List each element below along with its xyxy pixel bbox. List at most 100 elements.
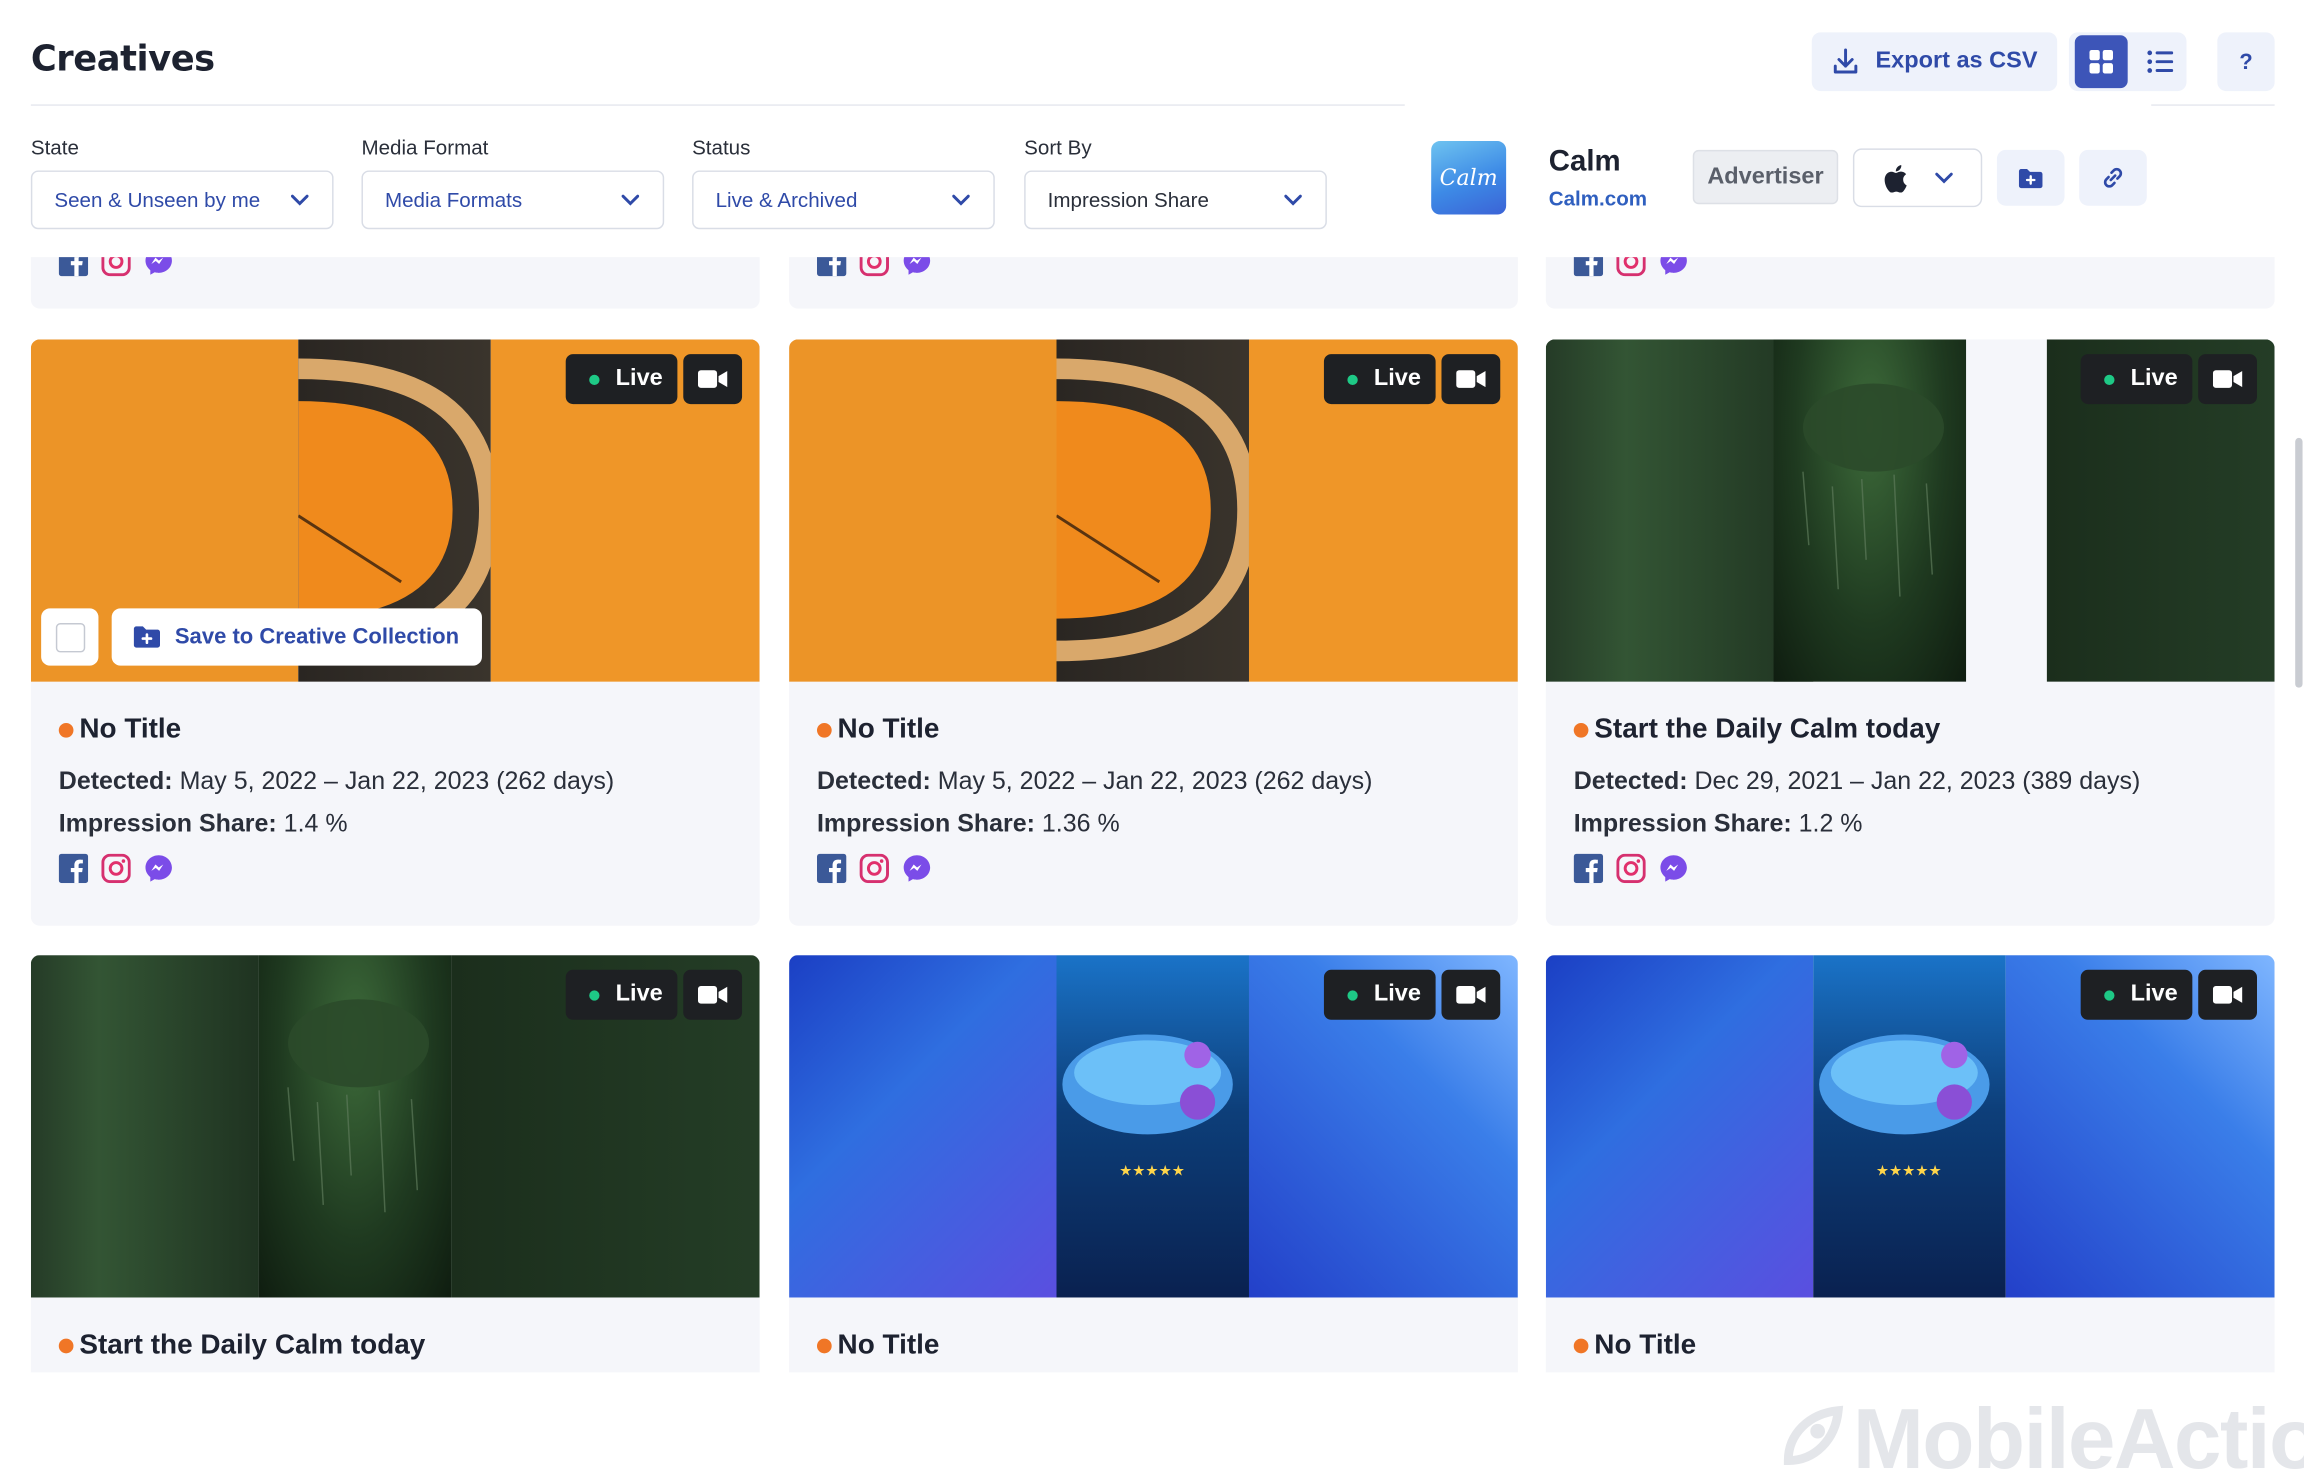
advertiser-logo-text: Calm [1439,164,1498,192]
social-platforms [58,257,174,277]
export-csv-button[interactable]: Export as CSV [1811,32,2058,92]
live-dot-icon [1347,989,1358,1000]
video-badge [1441,969,1501,1020]
copy-link-button[interactable] [2079,149,2147,206]
creative-title: No Title [816,714,940,746]
video-camera-icon [2212,370,2243,388]
messenger-icon [144,854,173,883]
video-camera-icon [697,985,728,1004]
detected-range: Detected: May 5, 2022 – Jan 22, 2023 (26… [817,767,1372,796]
list-view-button[interactable] [2134,35,2187,88]
impression-label: Impression Share: [1573,809,1792,838]
select-checkbox[interactable] [41,608,99,666]
creative-title-text: No Title [837,714,940,745]
video-camera-icon [1456,985,1486,1004]
advertiser-badge: Advertiser [1692,149,1839,205]
filter-label: Sort By [1024,135,1092,159]
creative-card[interactable]: Live Save to Creative Collection No Titl… [30,339,760,926]
grid-icon [2089,49,2113,74]
sort-by-select[interactable]: Impression Share [1024,170,1327,230]
creative-title-text: Start the Daily Calm today [1594,714,1941,745]
rocket-icon [1783,1404,1844,1465]
creative-title: No Title [58,714,181,746]
creative-thumbnail[interactable]: Live Save to Creative Collection [30,339,760,682]
impression-share: Impression Share: 1.4 % [59,810,348,839]
creative-card-partial[interactable] [1545,257,2275,309]
social-platforms [816,853,932,884]
live-label: Live [1373,365,1421,391]
live-label: Live [2130,981,2178,1007]
live-badge: Live [1323,354,1436,405]
state-select[interactable]: Seen & Unseen by me [30,170,334,230]
creative-preview-image [258,955,452,1298]
creative-title: Start the Daily Calm today [58,1330,425,1362]
status-dot-icon [1573,1338,1589,1354]
creative-card[interactable]: Live No Title Detected: May 5, 2022 – Ja… [789,339,1518,926]
select-value: Seen & Unseen by me [54,188,261,212]
filter-media-format: Media Format Media Formats [361,135,665,230]
live-badge: Live [1323,969,1436,1020]
advertiser-logo: Calm [1431,141,1507,215]
creative-card[interactable]: ★★★★★ Live No Title [789,955,1518,1373]
social-platforms [1573,853,1689,884]
impression-share: Impression Share: 1.2 % [1574,810,1863,839]
creative-thumbnail[interactable]: Live [1545,339,2275,682]
facebook-icon [816,853,847,884]
live-badge: Live [565,354,678,405]
facebook-icon [58,257,89,277]
creative-card-partial[interactable] [30,257,760,309]
creative-thumbnail[interactable]: ★★★★★ Live [1545,955,2275,1298]
media-format-select[interactable]: Media Formats [361,170,665,230]
detected-label: Detected: [816,767,931,795]
scrollbar[interactable] [2295,437,2303,688]
grid-view-button[interactable] [2074,35,2128,89]
advertiser-name: Calm [1548,145,1621,178]
status-dot-icon [58,722,74,738]
chevron-down-icon [1934,172,1953,184]
status-select[interactable]: Live & Archived [692,170,995,230]
save-to-collection-button[interactable]: Save to Creative Collection [111,608,482,666]
advertiser-domain-link[interactable]: Calm.com [1549,187,1647,211]
instagram-icon [101,257,131,277]
instagram-icon [1616,853,1646,884]
platform-select[interactable] [1852,148,1983,208]
status-dot-icon [816,722,832,738]
download-icon [1834,48,1858,74]
social-platforms [58,853,174,884]
creative-card[interactable]: Live Start the Daily Calm today Detected… [1545,339,2275,926]
creative-preview-image: ★★★★★ [1056,955,1249,1298]
video-badge [1441,354,1501,405]
live-dot-icon [2104,373,2115,385]
chevron-down-icon [621,194,640,206]
creative-thumbnail[interactable]: ★★★★★ Live [789,955,1518,1298]
creatives-grid: Live Save to Creative Collection No Titl… [0,257,2304,1373]
creative-card-partial[interactable] [789,257,1518,309]
live-dot-icon [589,373,600,385]
impression-label: Impression Share: [58,809,277,838]
folder-plus-icon [133,626,161,648]
status-dot-icon [58,1338,74,1354]
chevron-down-icon [290,194,309,206]
apple-icon [1883,164,1906,192]
creative-title: No Title [816,1330,939,1362]
creative-card[interactable]: ★★★★★ Live No Title [1545,955,2275,1373]
creative-card[interactable]: Live Start the Daily Calm today [30,955,760,1373]
add-to-folder-button[interactable] [1996,149,2065,206]
help-button[interactable]: ? [2217,32,2275,92]
video-badge [2198,969,2257,1020]
impression-value: 1.36 % [1041,809,1120,838]
filter-status: Status Live & Archived [692,135,995,230]
live-badge: Live [565,969,678,1020]
creative-thumbnail[interactable]: Live [30,955,760,1298]
messenger-icon [902,257,931,276]
detected-range: Detected: May 5, 2022 – Jan 22, 2023 (26… [59,767,614,796]
instagram-icon [859,257,889,277]
creative-thumbnail[interactable]: Live [789,339,1518,682]
live-dot-icon [589,989,600,1000]
filter-sort-by: Sort By Impression Share [1024,135,1327,230]
header-divider [30,104,1405,106]
list-icon [2147,50,2174,73]
right-divider [2151,104,2275,106]
detected-value: May 5, 2022 – Jan 22, 2023 (262 days) [179,767,615,795]
detected-label: Detected: [58,767,173,795]
